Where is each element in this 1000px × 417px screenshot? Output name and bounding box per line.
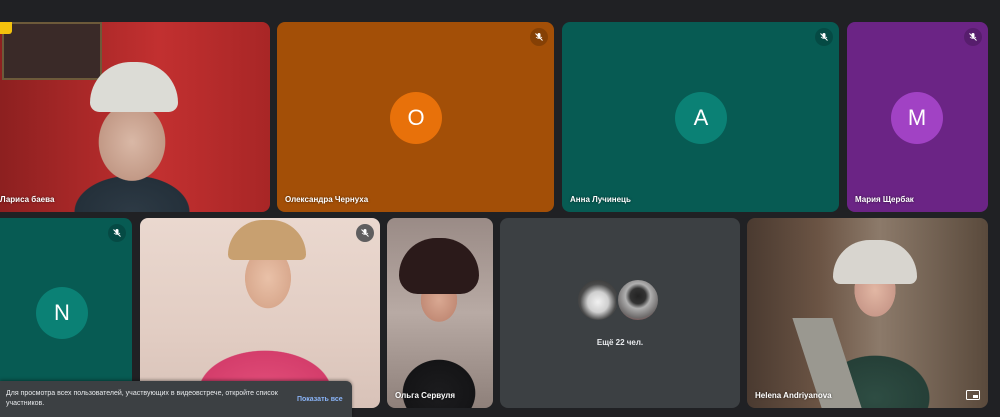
meeting-grid: Лариса баева O Олександра Чернуха A Анна… (0, 0, 1000, 417)
mic-off-icon (815, 28, 833, 46)
participants-toast: Для просмотра всех пользователей, участв… (0, 381, 352, 417)
pip-icon[interactable] (966, 390, 980, 400)
avatar: A (675, 92, 727, 144)
participant-tile[interactable]: A Анна Лучинець (562, 22, 839, 212)
participant-tile[interactable]: N (0, 218, 132, 408)
avatar: N (36, 287, 88, 339)
toast-message: Для просмотра всех пользователей, участв… (6, 390, 278, 407)
participant-tile[interactable]: O Олександра Чернуха (277, 22, 554, 212)
wall-picture (2, 22, 102, 80)
participant-tile[interactable]: Ольга Сервуля (387, 218, 493, 408)
participant-name: Олександра Чернуха (285, 195, 369, 204)
participant-tile[interactable]: Лариса баева (0, 22, 270, 212)
participant-name: Лариса баева (0, 195, 55, 204)
more-participants-tile[interactable]: Ещё 22 чел. (500, 218, 740, 408)
participant-name: Helena Andriyanova (755, 391, 832, 400)
avatar (616, 278, 660, 322)
participant-tile[interactable]: Helena Andriyanova (747, 218, 988, 408)
avatar: M (891, 92, 943, 144)
avatar-stack (576, 278, 660, 322)
participant-tile[interactable] (140, 218, 380, 408)
participant-tile[interactable]: M Мария Щербак (847, 22, 988, 212)
participant-name: Ольга Сервуля (395, 391, 456, 400)
avatar: O (390, 92, 442, 144)
participant-name: Мария Щербак (855, 195, 914, 204)
mic-off-icon (356, 224, 374, 242)
mic-off-icon (108, 224, 126, 242)
avatar (576, 278, 620, 322)
mic-off-icon (530, 28, 548, 46)
more-participants-label: Ещё 22 чел. (596, 338, 644, 347)
app-badge (0, 22, 12, 34)
mic-off-icon (964, 28, 982, 46)
show-all-button[interactable]: Показать все (297, 396, 343, 403)
participant-name: Анна Лучинець (570, 195, 631, 204)
